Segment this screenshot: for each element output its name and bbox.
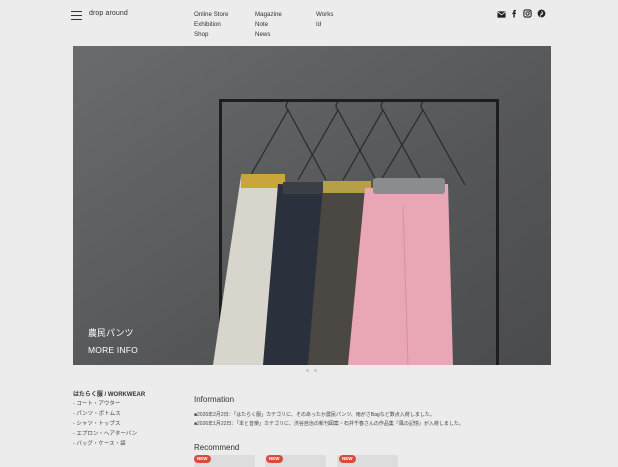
hero-title: 農民パンツ — [88, 328, 134, 338]
slide-dot[interactable] — [306, 369, 309, 372]
site-header: drop around Online Store Exhibition Shop… — [0, 0, 618, 46]
information-title: Information — [194, 395, 235, 404]
nav-column-2: Magazine Note News — [255, 10, 282, 40]
category-item[interactable]: - エプロン・ヘアターバン — [73, 429, 137, 439]
nav-works[interactable]: Works — [316, 10, 333, 20]
instagram-icon[interactable] — [523, 9, 532, 18]
hero-image — [73, 46, 551, 365]
nav-online-store[interactable]: Online Store — [194, 10, 228, 20]
nav-id[interactable]: Id — [316, 20, 333, 30]
nav-column-1: Online Store Exhibition Shop — [194, 10, 228, 40]
menu-icon[interactable] — [71, 11, 82, 20]
recommend-title: Recommend — [194, 443, 240, 452]
category-item[interactable]: - バッグ・ケース・袋 — [73, 439, 137, 449]
site-logo[interactable]: drop around — [89, 10, 128, 17]
category-list: - コート・アウター - パンツ・ボトムス - シャツ・トップス - エプロン・… — [73, 399, 137, 449]
information-list: ■2026年2月2日：「はたらく服」カテゴリに、そのあったか農民パンツ、雨がさB… — [194, 411, 464, 429]
new-badge: NEW — [194, 455, 211, 463]
nav-note[interactable]: Note — [255, 20, 282, 30]
nav-exhibition[interactable]: Exhibition — [194, 20, 228, 30]
new-badge: NEW — [339, 455, 356, 463]
mail-icon[interactable] — [497, 10, 506, 19]
category-item[interactable]: - パンツ・ボトムス — [73, 409, 137, 419]
slide-dot[interactable] — [314, 369, 317, 372]
nav-column-3: Works Id — [316, 10, 333, 30]
category-item[interactable]: - コート・アウター — [73, 399, 137, 409]
facebook-icon[interactable] — [510, 9, 519, 18]
category-item[interactable]: - シャツ・トップス — [73, 419, 137, 429]
pinterest-icon[interactable] — [537, 9, 546, 18]
information-item[interactable]: ■2026年2月2日：「はたらく服」カテゴリに、そのあったか農民パンツ、雨がさB… — [194, 411, 464, 420]
nav-shop[interactable]: Shop — [194, 30, 228, 40]
new-badge: NEW — [266, 455, 283, 463]
nav-magazine[interactable]: Magazine — [255, 10, 282, 20]
category-title[interactable]: はたらく服 / WORKWEAR — [73, 389, 145, 398]
hero-slider[interactable]: 農民パンツ MORE INFO — [73, 46, 551, 365]
nav-news[interactable]: News — [255, 30, 282, 40]
information-item[interactable]: ■2026年1月22日：「本と音楽」カテゴリに、渋谷自治の新刊図案・石井千春さん… — [194, 420, 464, 429]
more-info-link[interactable]: MORE INFO — [88, 345, 138, 355]
